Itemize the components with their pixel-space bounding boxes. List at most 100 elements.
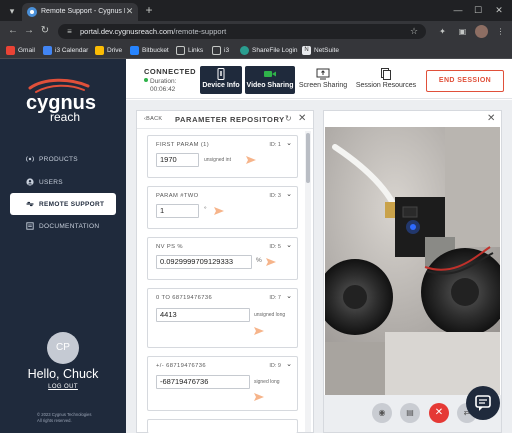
bitbucket-icon <box>130 46 139 55</box>
bookmark-folder-links[interactable]: Links <box>176 45 203 56</box>
sidebar-item-products[interactable]: PRODUCTS <box>10 148 116 170</box>
side-panel-icon[interactable]: ▣ <box>456 25 469 38</box>
chat-button[interactable] <box>466 386 500 420</box>
svg-text:reach: reach <box>50 110 80 124</box>
screen-sharing-button[interactable]: Screen Sharing <box>298 66 348 94</box>
param-id: ID: 3 <box>269 193 281 199</box>
sidebar-item-label: DOCUMENTATION <box>39 222 100 230</box>
panel-title: PARAMETER REPOSITORY <box>175 115 285 124</box>
param-unit: % <box>256 257 262 264</box>
param-value-input[interactable]: 1 <box>156 204 199 218</box>
tab-list-icon[interactable]: ▾ <box>4 4 20 18</box>
site-info-icon[interactable]: ≡ <box>64 26 75 37</box>
minimize-icon[interactable]: — <box>448 2 468 18</box>
chevron-down-icon[interactable]: ⌄ <box>286 139 292 149</box>
parameter-repository-panel: ‹BACK PARAMETER REPOSITORY ↻ ✕ FIRST PAR… <box>136 110 314 433</box>
browser-toolbar: ← → ↻ ≡ portal.dev.cygnusreach.com/remot… <box>0 21 512 42</box>
back-button[interactable]: ‹BACK <box>144 116 162 122</box>
address-bar[interactable]: ≡ portal.dev.cygnusreach.com/remote-supp… <box>58 24 426 39</box>
param-name: +/- 68719476736 <box>156 363 207 369</box>
cygnus-reach-logo[interactable]: cygnus reach <box>26 76 106 124</box>
device-info-icon <box>217 68 225 80</box>
param-value-input[interactable]: 0.0929999709129333 <box>156 255 252 269</box>
bookmark-calendar[interactable]: i3 Calendar <box>43 45 88 56</box>
param-card: 0 TO 68719476736 ID: 7 ⌄ 4413 unsigned l… <box>147 288 298 348</box>
param-name: PARAM #TWO <box>156 193 199 199</box>
stop-video-icon[interactable]: ✕ <box>429 403 449 423</box>
bookmark-sharefile[interactable]: ShareFile Login <box>240 45 298 56</box>
new-tab-icon[interactable]: + <box>142 3 156 17</box>
param-unit: unsigned int <box>204 157 231 163</box>
param-name: FIRST PARAM (1) <box>156 142 210 148</box>
app-sidebar: cygnus reach PRODUCTS USERS REMOTE SUPPO… <box>0 59 126 433</box>
bookmark-star-icon[interactable]: ☆ <box>408 25 420 37</box>
status-dot-icon <box>144 78 148 82</box>
site-favicon-icon <box>27 7 37 17</box>
video-sharing-button[interactable]: Video Sharing <box>245 66 295 94</box>
send-icon[interactable] <box>266 258 276 266</box>
scrollbar-thumb[interactable] <box>306 133 310 183</box>
param-name: NV PS % <box>156 244 183 250</box>
device-info-button[interactable]: Device Info <box>200 66 242 94</box>
param-unit: unsigned long <box>254 312 286 318</box>
tab-close-icon[interactable]: ✕ <box>124 6 135 17</box>
send-icon[interactable] <box>254 393 264 401</box>
refresh-icon[interactable]: ↻ <box>285 114 292 123</box>
param-value-input[interactable]: -68719476736 <box>156 375 250 389</box>
sidebar-item-label: REMOTE SUPPORT <box>39 200 105 208</box>
param-unit: ° <box>204 206 207 213</box>
param-value-input[interactable]: 4413 <box>156 308 250 322</box>
panel-header: ‹BACK PARAMETER REPOSITORY ↻ ✕ <box>137 111 313 129</box>
param-card: NV PS % ID: 5 ⌄ 0.0929999709129333 % <box>147 237 298 280</box>
netsuite-icon: N <box>302 46 311 55</box>
send-icon[interactable] <box>246 156 256 164</box>
browser-tab[interactable]: Remote Support - Cygnus Reach ✕ <box>22 3 138 21</box>
param-unit: signed long <box>254 379 280 385</box>
snapshot-icon[interactable]: ◉ <box>372 403 392 423</box>
end-session-button[interactable]: END SESSION <box>426 70 504 92</box>
reload-icon[interactable]: ↻ <box>38 24 52 38</box>
param-value-input[interactable]: 1970 <box>156 153 199 167</box>
param-id: ID: 1 <box>269 142 281 148</box>
browser-tab-bar: ▾ Remote Support - Cygnus Reach ✕ + — ☐ … <box>0 0 512 21</box>
video-sharing-panel: ✕ ◉ ▤ ✕ ⇄ <box>323 110 502 433</box>
greeting-text: Hello, Chuck <box>27 367 99 381</box>
profile-avatar[interactable] <box>475 25 488 38</box>
user-avatar: CP <box>47 332 79 364</box>
screen-share-icon <box>316 68 330 80</box>
bookmark-bitbucket[interactable]: Bitbucket <box>130 45 169 56</box>
panel-close-icon[interactable]: ✕ <box>298 113 306 125</box>
logout-link[interactable]: LOG OUT <box>0 384 126 390</box>
forward-arrow-icon[interactable]: → <box>22 24 36 38</box>
extensions-icon[interactable]: ✦ <box>436 25 449 38</box>
chevron-down-icon[interactable]: ⌄ <box>286 292 292 302</box>
send-icon[interactable] <box>214 207 224 215</box>
chevron-down-icon[interactable]: ⌄ <box>286 241 292 251</box>
chevron-down-icon[interactable]: ⌄ <box>286 190 292 200</box>
back-arrow-icon[interactable]: ← <box>6 24 20 38</box>
sidebar-item-remote-support[interactable]: REMOTE SUPPORT <box>10 193 116 215</box>
chevron-down-icon[interactable]: ⌄ <box>286 360 292 370</box>
folder-icon <box>176 46 185 55</box>
main-content: ‹BACK PARAMETER REPOSITORY ↻ ✕ FIRST PAR… <box>126 100 512 433</box>
session-topbar: CONNECTED Duration: 00:06:42 Device Info… <box>126 59 512 99</box>
gmail-icon <box>6 46 15 55</box>
send-icon[interactable] <box>254 327 264 335</box>
sidebar-item-label: PRODUCTS <box>39 155 78 163</box>
sidebar-item-users[interactable]: USERS <box>10 171 116 193</box>
session-resources-button[interactable]: Session Resources <box>354 66 418 94</box>
tab-title: Remote Support - Cygnus Reach <box>41 8 125 15</box>
screen-record-icon[interactable]: ▤ <box>400 403 420 423</box>
video-close-icon[interactable]: ✕ <box>487 113 495 125</box>
window-close-icon[interactable]: ✕ <box>489 2 509 18</box>
browser-menu-icon[interactable]: ⋮ <box>494 25 507 38</box>
chat-bubble-icon <box>475 395 491 411</box>
sidebar-item-documentation[interactable]: DOCUMENTATION <box>10 215 116 237</box>
bookmark-folder-i3[interactable]: i3 <box>212 45 229 56</box>
sidebar-item-label: USERS <box>39 178 63 186</box>
link-icon <box>26 201 34 207</box>
bookmark-gmail[interactable]: Gmail <box>6 45 35 56</box>
bookmark-drive[interactable]: Drive <box>95 45 122 56</box>
maximize-icon[interactable]: ☐ <box>468 2 488 18</box>
bookmark-netsuite[interactable]: N NetSuite <box>302 45 339 56</box>
